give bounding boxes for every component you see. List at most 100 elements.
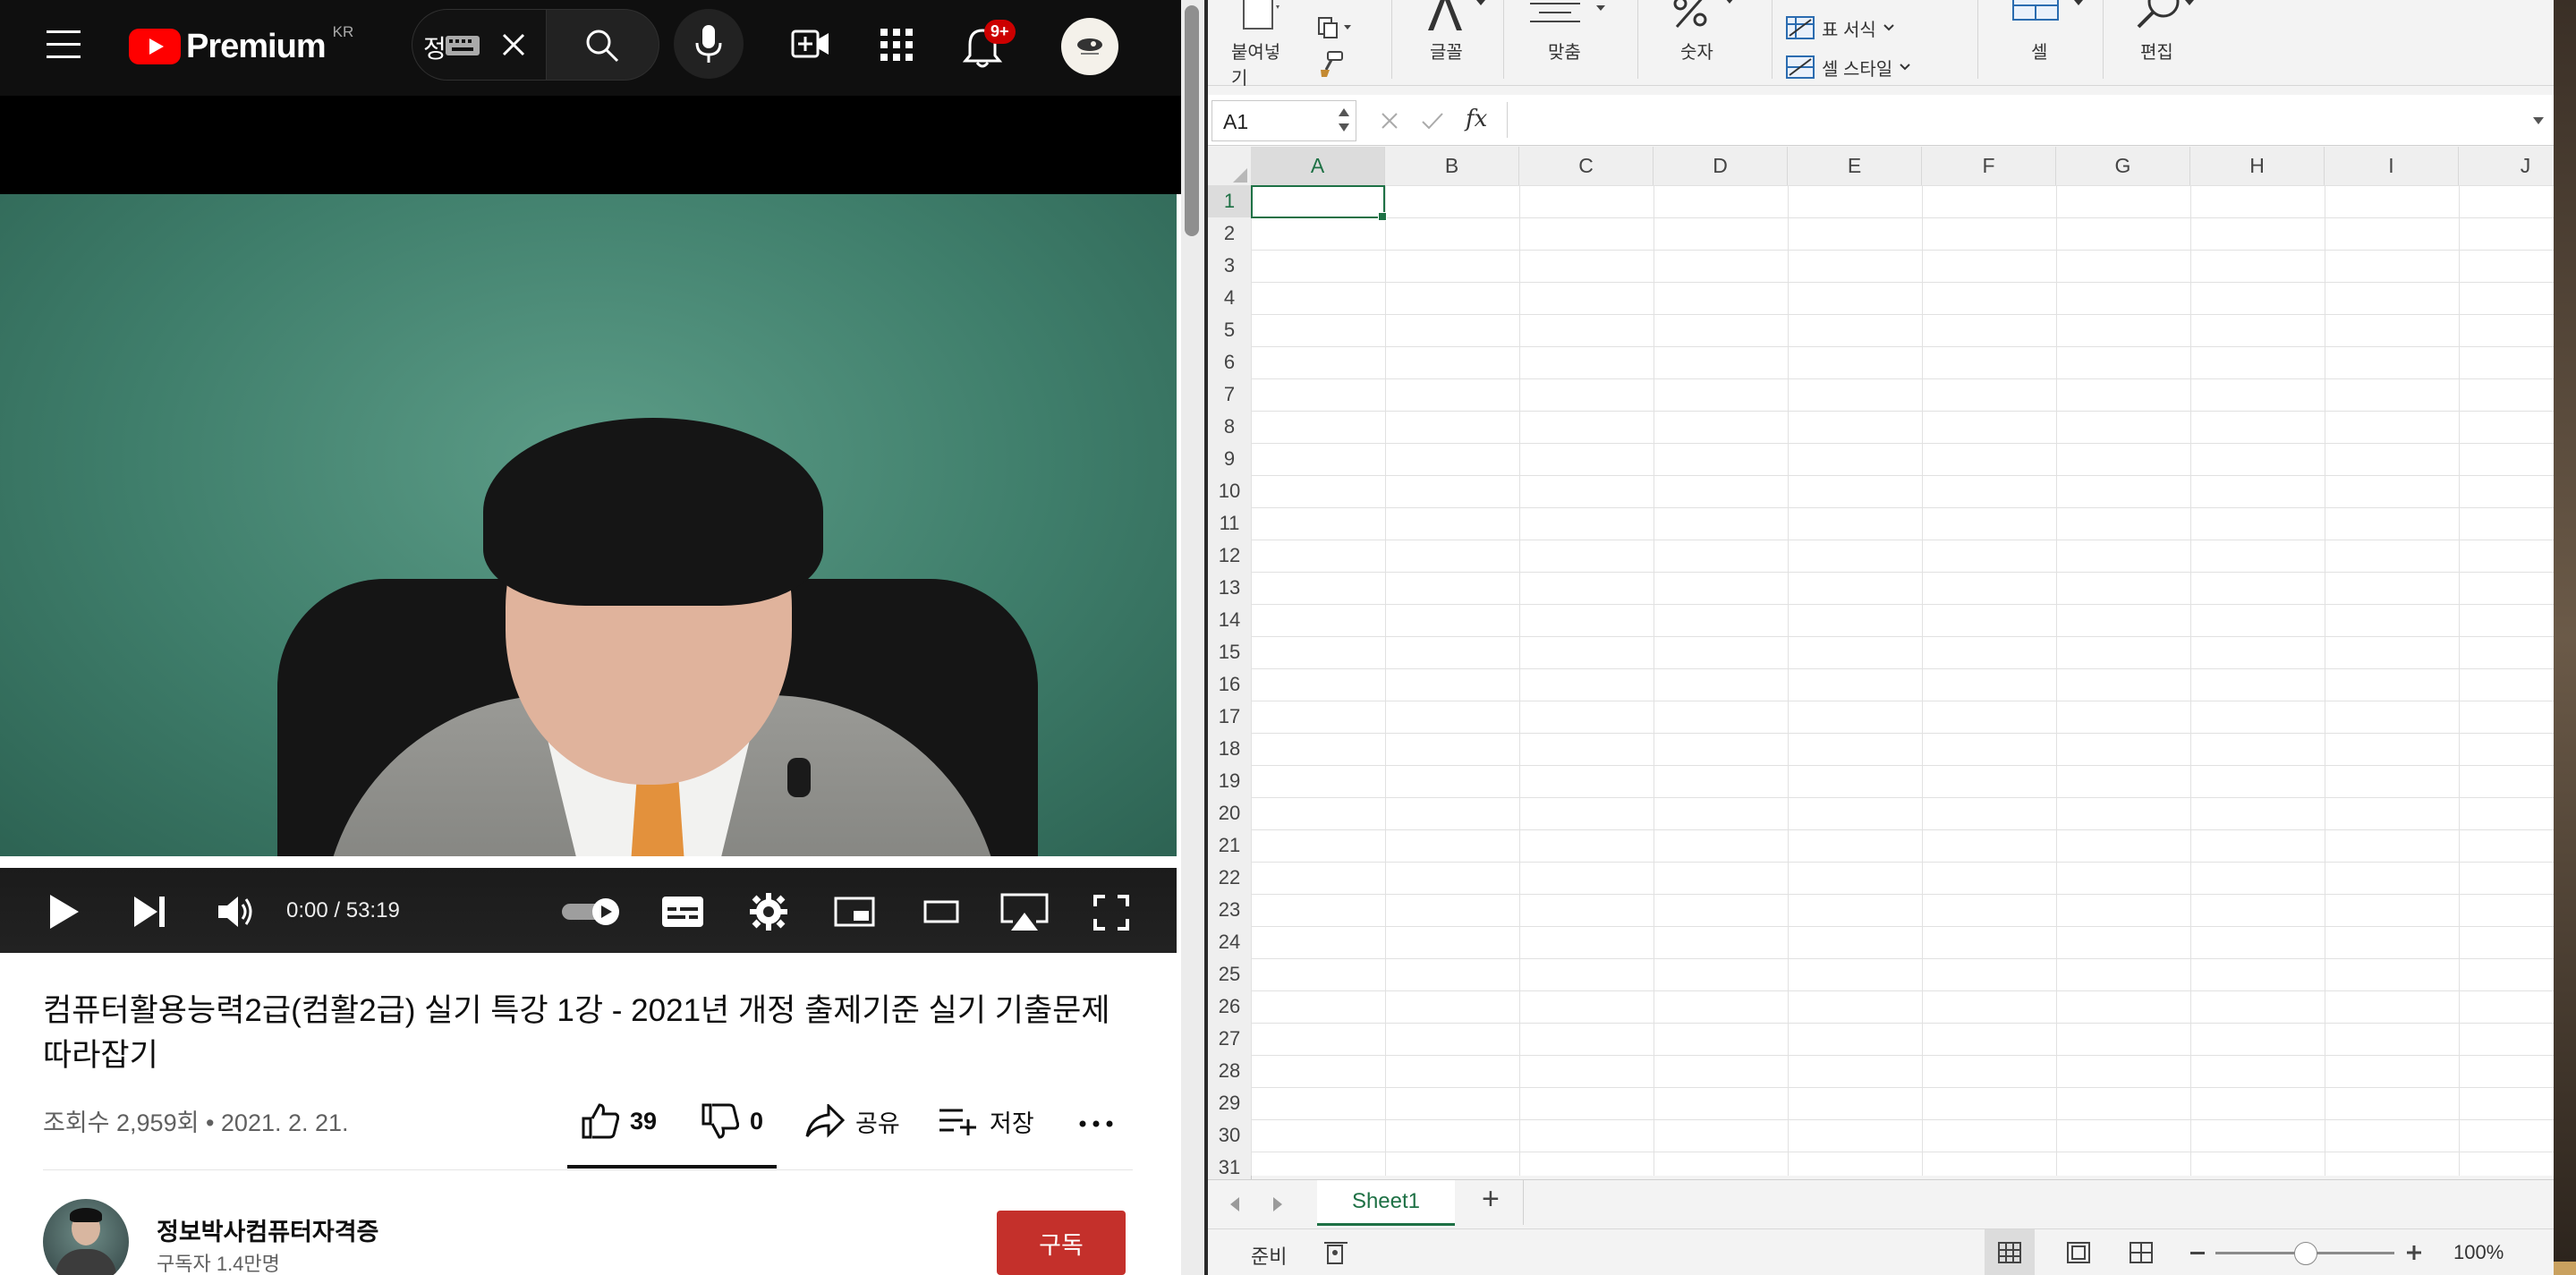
channel-name[interactable]: 정보박사컴퓨터자격증 [157,1212,378,1247]
more-actions-icon[interactable] [1079,1120,1113,1127]
row-header[interactable]: 18 [1208,733,1252,766]
row-header[interactable]: 1 [1208,185,1253,218]
row-header[interactable]: 23 [1208,894,1252,927]
zoom-out-icon[interactable] [2190,1252,2205,1255]
row-header[interactable]: 29 [1208,1087,1252,1120]
alignment-group[interactable]: 맞춤 [1521,0,1611,81]
column-header[interactable]: D [1654,147,1788,186]
subscribe-button[interactable]: 구독 [997,1211,1126,1275]
row-header[interactable]: 30 [1208,1119,1252,1152]
row-header[interactable]: 16 [1208,668,1252,701]
autoplay-toggle[interactable] [562,898,619,925]
create-video-icon[interactable] [791,27,830,61]
row-header[interactable]: 24 [1208,926,1252,959]
row-header[interactable]: 19 [1208,765,1252,798]
row-header[interactable]: 9 [1208,443,1252,476]
row-header[interactable]: 3 [1208,250,1252,283]
formula-input[interactable] [1507,102,2519,138]
table-format-button[interactable]: 표 서식 [1786,14,1894,41]
share-button[interactable]: 공유 [805,1101,900,1142]
like-button[interactable]: 39 [582,1101,657,1142]
row-header[interactable]: 12 [1208,540,1252,573]
notifications-button[interactable]: 9+ [963,20,1016,77]
clear-search-icon[interactable] [500,31,527,58]
row-header[interactable]: 20 [1208,797,1252,830]
row-header[interactable]: 10 [1208,475,1252,508]
row-header[interactable]: 2 [1208,217,1252,251]
column-header[interactable]: H [2190,147,2325,186]
settings-gear-icon[interactable] [750,893,787,931]
zoom-level[interactable]: 100% [2453,1241,2504,1264]
theater-mode-icon[interactable] [923,900,959,923]
name-box[interactable]: A1 [1211,100,1356,141]
insert-function-icon[interactable]: fx [1466,106,1487,132]
number-group[interactable]: 숫자 [1655,0,1745,81]
row-header[interactable]: 28 [1208,1055,1252,1088]
dislike-button[interactable]: 0 [701,1101,763,1142]
row-header[interactable]: 13 [1208,572,1252,605]
cell-style-button[interactable]: 셀 스타일 [1786,54,1910,81]
row-header[interactable]: 11 [1208,507,1252,540]
cells-group[interactable]: 셀 [1995,0,2085,81]
accessibility-icon[interactable] [1322,1240,1349,1265]
expand-formula-bar-icon[interactable] [2532,116,2545,125]
cell-gridlines[interactable] [1251,185,2554,1176]
fill-handle[interactable] [1378,212,1387,221]
row-header[interactable]: 6 [1208,346,1252,379]
cast-airplay-icon[interactable] [1000,893,1049,932]
previous-sheet-icon[interactable] [1229,1196,1240,1212]
column-header[interactable]: F [1922,147,2056,186]
miniplayer-icon[interactable] [834,897,875,927]
font-group[interactable]: 글꼴 [1407,0,1487,81]
column-header[interactable]: I [2325,147,2459,186]
editing-group[interactable]: 편집 [2117,0,2206,81]
apps-grid-icon[interactable] [880,29,913,61]
column-header[interactable]: E [1788,147,1922,186]
row-header[interactable]: 26 [1208,990,1252,1024]
volume-icon[interactable] [218,897,254,927]
column-header[interactable]: C [1519,147,1654,186]
page-layout-view-icon[interactable] [2067,1242,2090,1263]
search-box[interactable]: 정 [412,9,548,81]
row-header[interactable]: 25 [1208,958,1252,991]
row-header[interactable]: 15 [1208,636,1252,669]
row-header[interactable]: 22 [1208,862,1252,895]
fullscreen-icon[interactable] [1093,895,1129,931]
normal-view-button[interactable] [1985,1229,2035,1275]
row-header[interactable]: 21 [1208,829,1252,863]
account-avatar[interactable] [1061,18,1118,75]
zoom-slider-thumb[interactable] [2294,1242,2317,1265]
row-header[interactable]: 8 [1208,411,1252,444]
save-button[interactable]: 저장 [939,1101,1034,1142]
confirm-entry-icon[interactable] [1421,111,1444,131]
cancel-entry-icon[interactable] [1380,111,1399,131]
column-header[interactable]: A [1251,147,1385,187]
page-break-view-icon[interactable] [2130,1242,2153,1263]
search-button[interactable] [546,9,659,81]
row-header[interactable]: 17 [1208,701,1252,734]
copy-icon[interactable] [1317,16,1353,39]
row-header[interactable]: 7 [1208,378,1252,412]
horizontal-scrollbar[interactable] [1523,1180,2554,1225]
row-header[interactable]: 4 [1208,282,1252,315]
format-painter-icon[interactable] [1319,50,1344,77]
paste-button[interactable]: 붙여넣기 [1231,0,1294,89]
youtube-scrollbar-thumb[interactable] [1185,5,1199,236]
name-box-spinner-icon[interactable] [1338,106,1350,133]
video-player[interactable] [0,194,1177,856]
youtube-logo[interactable]: Premium KR [129,23,353,68]
voice-search-button[interactable] [674,9,744,79]
row-header[interactable]: 5 [1208,314,1252,347]
menu-icon[interactable] [47,30,82,59]
row-header[interactable]: 14 [1208,604,1252,637]
channel-avatar[interactable] [43,1199,129,1275]
search-input[interactable]: 정 [423,30,446,65]
column-header[interactable]: J [2459,147,2554,186]
subtitles-icon[interactable] [662,897,703,927]
add-sheet-button[interactable]: + [1482,1182,1500,1217]
worksheet-grid[interactable]: ABCDEFGHIJ 1 2 3 4 5 6 7 8 9 10 11 12 13 14 15 16 17 18 19… [1208,147,2554,1185]
row-header[interactable]: 27 [1208,1023,1252,1056]
select-all-corner[interactable] [1208,147,1252,186]
next-sheet-icon[interactable] [1272,1196,1283,1212]
keyboard-icon[interactable] [445,35,480,56]
